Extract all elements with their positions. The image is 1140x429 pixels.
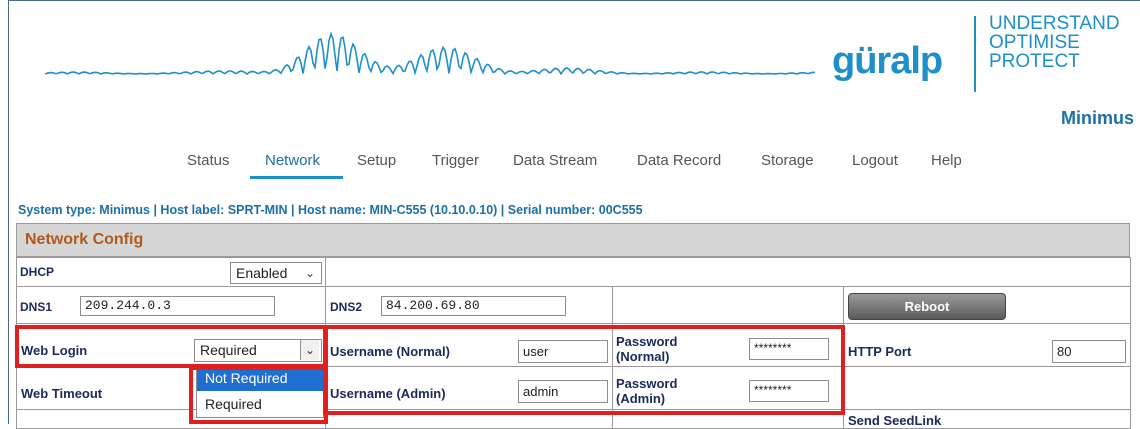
nav-status[interactable]: Status [187,152,230,169]
nav-storage[interactable]: Storage [761,152,814,169]
nav-setup[interactable]: Setup [357,152,396,169]
highlight-web-login [15,325,328,368]
send-seedlink-label: Send SeedLink [848,413,942,428]
nav-data-record[interactable]: Data Record [637,152,721,169]
nav-help[interactable]: Help [931,152,962,169]
guralp-logo: güralp [832,40,943,82]
dhcp-select[interactable]: Enabled ⌄ [230,262,322,284]
empty-cell [843,366,1131,410]
section-header: Network Config [16,223,1130,257]
empty-cell [612,286,844,324]
highlight-credentials [323,325,845,415]
logo-separator [974,16,976,92]
http-port-label: HTTP Port [848,344,912,359]
dns2-input[interactable]: 84.200.69.80 [381,296,566,316]
section-title: Network Config [25,231,144,248]
system-info-line: System type: Minimus | Host label: SPRT-… [18,203,643,217]
http-port-input[interactable]: 80 [1052,340,1126,363]
dns2-label: DNS2 [330,300,363,314]
empty-cell [325,257,1131,287]
dns1-input[interactable]: 209.244.0.3 [80,296,275,316]
nav-active-underline [250,176,343,179]
nav-trigger[interactable]: Trigger [432,152,479,169]
highlight-dropdown [189,366,328,424]
chevron-down-icon: ⌄ [304,266,316,280]
dns1-label: DNS1 [20,300,53,314]
main-nav: Status Network Setup Trigger Data Stream… [0,152,1140,182]
seismic-waveform-graphic [45,31,815,76]
web-timeout-label: Web Timeout [21,386,103,401]
dhcp-label: DHCP [20,265,55,279]
nav-logout[interactable]: Logout [852,152,898,169]
tagline-line: PROTECT [989,51,1080,72]
tagline-line: OPTIMISE [989,32,1080,53]
nav-data-stream[interactable]: Data Stream [513,152,597,169]
brand-tagline: UNDERSTAND OPTIMISE PROTECT [989,14,1120,71]
product-name: Minimus [1060,108,1134,128]
dhcp-select-value: Enabled [236,265,288,281]
nav-network[interactable]: Network [265,152,320,169]
reboot-button[interactable]: Reboot [848,293,1006,320]
tagline-line: UNDERSTAND [989,13,1120,34]
